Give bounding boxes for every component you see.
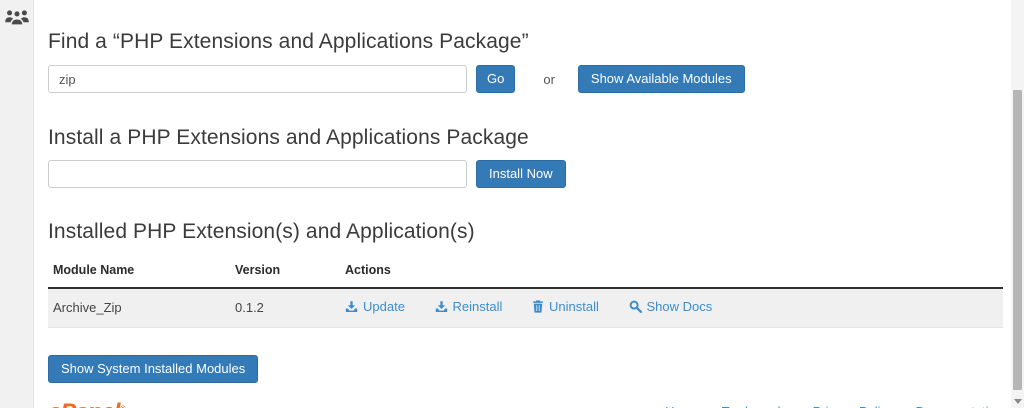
install-now-button[interactable]: Install Now [476,160,566,188]
footer-link-documentation[interactable]: Documentation [916,404,1003,408]
show-docs-link[interactable]: Show Docs [629,299,713,314]
installed-section-title: Installed PHP Extension(s) and Applicati… [48,220,475,243]
or-label: or [543,71,555,87]
footer-links: Home Trademarks Privacy Policy Documenta… [665,404,1003,408]
installed-section: Installed PHP Extension(s) and Applicati… [48,220,1003,383]
search-icon [629,300,642,313]
column-header-actions: Actions [340,255,1003,289]
download-icon [435,301,447,312]
find-section: Find a “PHP Extensions and Applications … [48,30,1003,93]
trash-icon [533,300,543,313]
footer: cPanel® 74.0.4 Home Trademarks Privacy P… [48,398,1003,408]
find-module-input[interactable] [48,65,467,93]
find-form-row: Go or Show Available Modules [48,65,1003,93]
footer-link-trademarks[interactable]: Trademarks [722,404,791,408]
cpanel-logo: cPanel® [48,398,126,408]
users-icon [4,9,29,26]
show-available-modules-button[interactable]: Show Available Modules [577,65,745,93]
column-header-version: Version [230,255,340,289]
install-section-title: Install a PHP Extensions and Application… [48,126,529,149]
show-system-installed-modules-button[interactable]: Show System Installed Modules [48,355,259,383]
update-label: Update [363,299,405,314]
reinstall-label: Reinstall [452,299,503,314]
main-content: Find a “PHP Extensions and Applications … [48,0,1003,408]
column-header-module-name: Module Name [48,255,230,289]
install-form-row: Install Now [48,160,1003,188]
uninstall-label: Uninstall [549,299,599,314]
table-row: Archive_Zip 0.1.2 Update Reinstall Unins… [48,288,1003,328]
scrollbar-down-arrow-icon[interactable] [1014,399,1022,404]
install-module-input[interactable] [48,160,467,188]
scrollbar-thumb[interactable] [1013,90,1022,390]
download-icon [345,301,358,312]
install-section: Install a PHP Extensions and Application… [48,126,1003,188]
uninstall-link[interactable]: Uninstall [532,299,599,314]
page-icon-strip [0,0,34,408]
go-button[interactable]: Go [476,65,516,93]
installed-modules-table: Module Name Version Actions Archive_Zip … [48,255,1003,328]
version-cell: 0.1.2 [230,288,340,328]
table-header-row: Module Name Version Actions [48,255,1003,289]
find-section-title: Find a “PHP Extensions and Applications … [48,30,529,53]
show-docs-label: Show Docs [646,299,713,314]
footer-brand: cPanel® 74.0.4 [48,398,164,408]
module-name-cell: Archive_Zip [48,288,230,328]
footer-link-privacy-policy[interactable]: Privacy Policy [813,404,894,408]
footer-link-home[interactable]: Home [665,404,700,408]
update-link[interactable]: Update [345,299,405,314]
actions-cell: Update Reinstall Uninstall Show Docs [340,288,1003,328]
reinstall-link[interactable]: Reinstall [435,299,503,314]
scrollbar[interactable] [1011,0,1024,408]
